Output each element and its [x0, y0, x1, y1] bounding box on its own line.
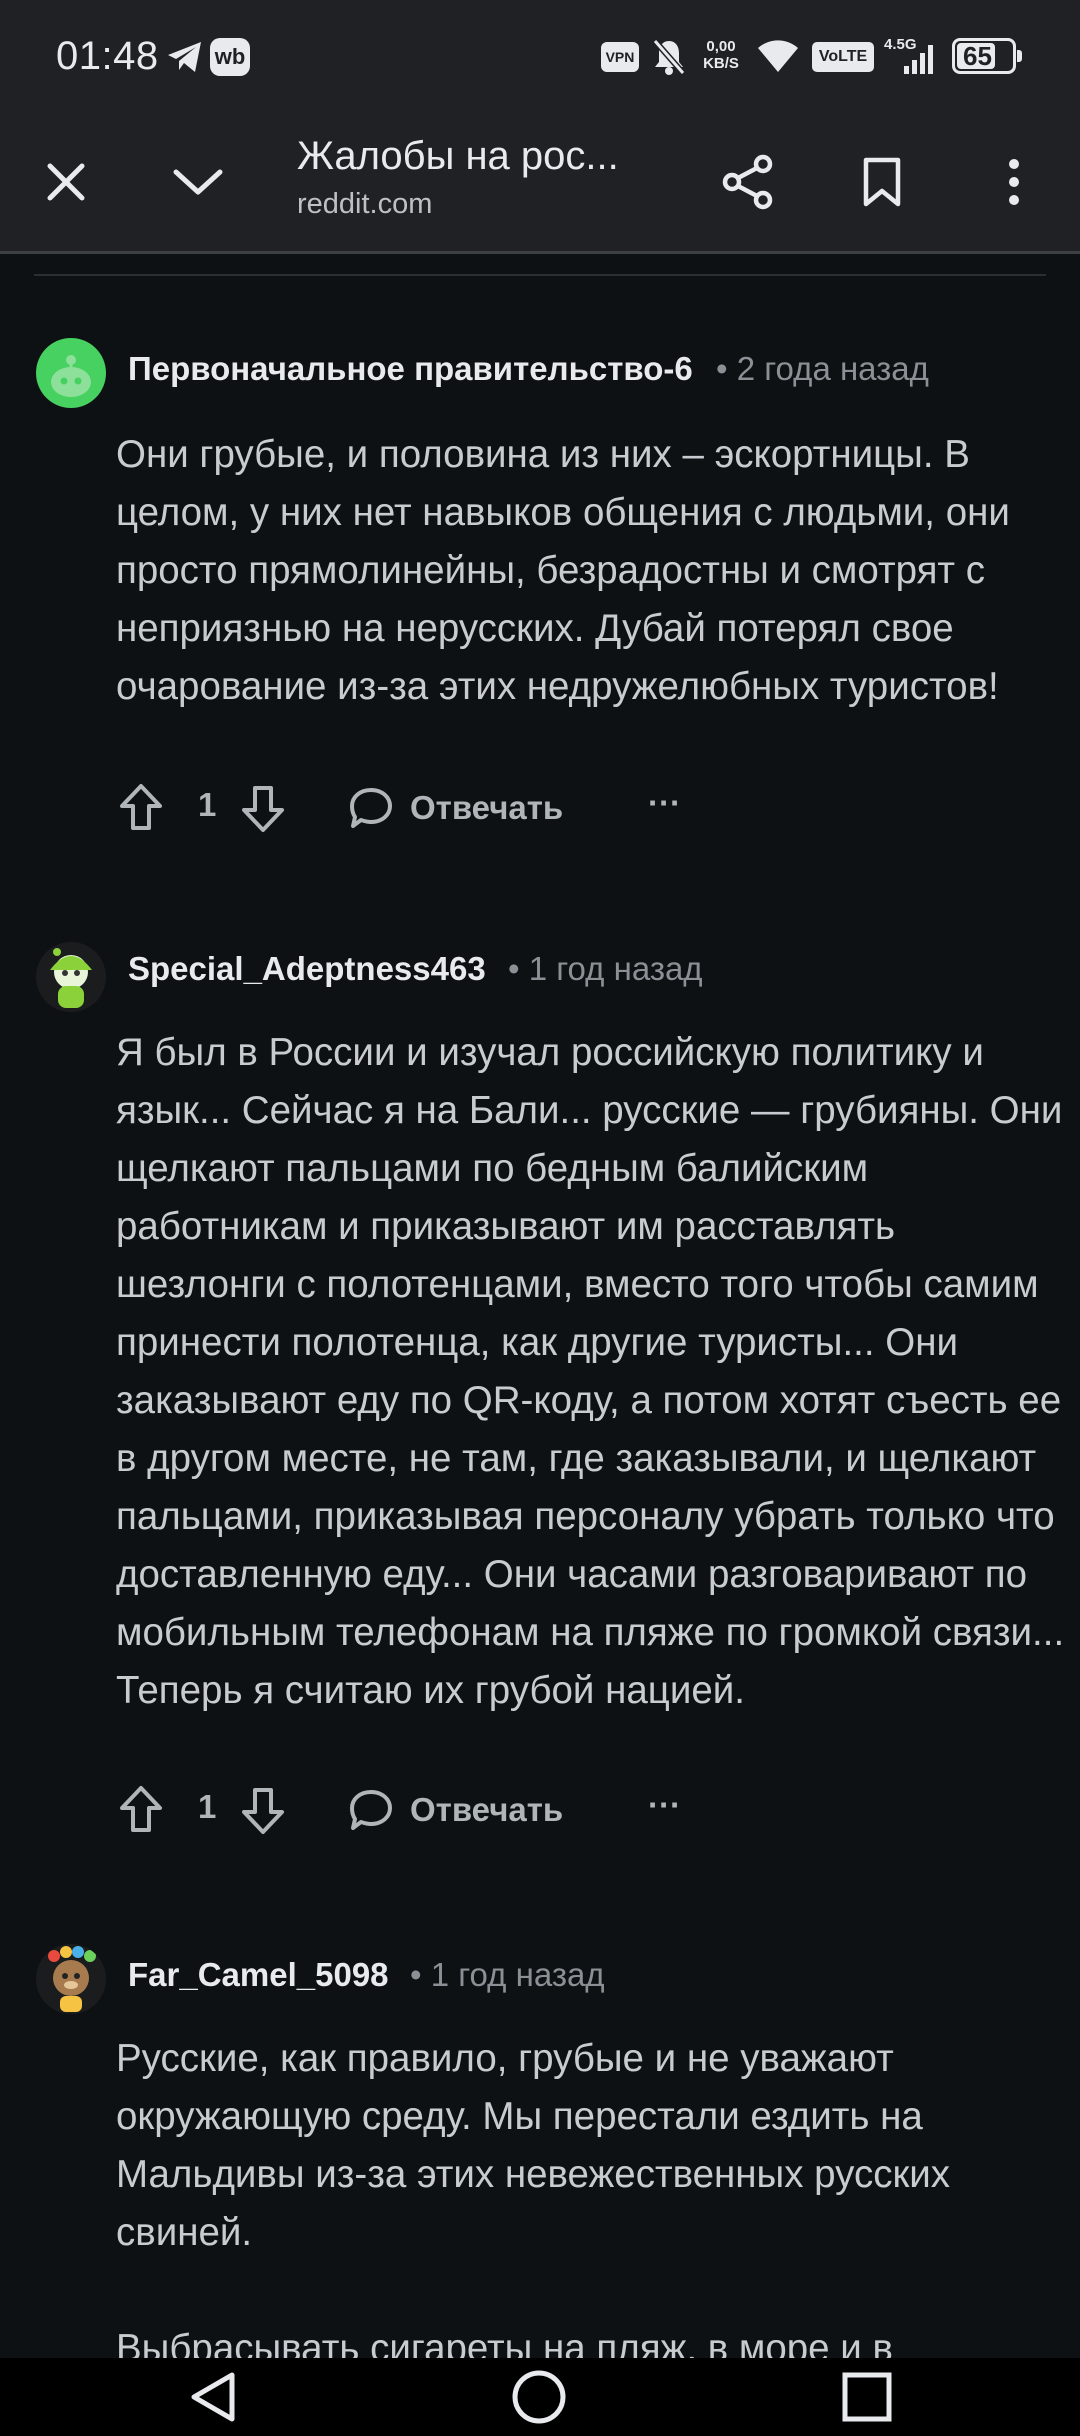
telegram-icon [166, 40, 204, 79]
comment-body: Русские, как правило, грубые и не уважаю… [116, 2030, 1066, 2378]
comment-author[interactable]: Special_Adeptness463 [128, 950, 486, 988]
reply-label: Отвечать [410, 1791, 564, 1828]
reply-button[interactable]: Отвечать [348, 1788, 563, 1832]
share-icon [722, 154, 773, 210]
reply-button[interactable]: Отвечать [348, 786, 563, 830]
battery-icon: 65 [952, 38, 1022, 74]
reply-label: Отвечать [410, 789, 564, 826]
system-navigation-bar [0, 2358, 1080, 2436]
more-vertical-icon [1009, 159, 1019, 205]
minimize-button[interactable] [162, 146, 234, 218]
arrow-up-icon [120, 784, 162, 830]
close-icon [47, 163, 85, 201]
comment-paragraph: Я был в России и изучал российскую полит… [116, 1031, 1065, 1712]
volte-icon: VoLTE [812, 42, 874, 72]
user-avatar-icon [50, 948, 92, 1008]
chevron-down-icon [173, 169, 223, 195]
net-speed-unit: KB/S [703, 55, 739, 72]
home-button[interactable] [506, 2364, 572, 2430]
bookmark-icon [863, 157, 901, 207]
page-title: Жалобы на рос... [297, 134, 619, 178]
avatar[interactable] [36, 942, 106, 1012]
share-button[interactable] [712, 146, 784, 218]
vote-count: 1 [198, 786, 217, 823]
arrow-down-icon [242, 1788, 284, 1834]
avatar[interactable] [36, 338, 106, 408]
square-recents-icon [842, 2372, 892, 2422]
circle-home-icon [512, 2370, 566, 2424]
back-button[interactable] [180, 2364, 246, 2430]
page-url: reddit.com [297, 188, 433, 220]
status-bar: 01:48 wb VPN 0,00 KB/S VoLTE 4.5G 65 [0, 0, 1080, 116]
comment-author[interactable]: Первоначальное правительство-6 [128, 350, 693, 388]
comment-paragraph: Русские, как правило, грубые и не уважаю… [116, 2037, 951, 2254]
snoo-avatar-icon [51, 355, 91, 397]
upvote-button[interactable] [118, 1784, 164, 1834]
net-speed: 0,00 KB/S [696, 38, 746, 72]
comment-author[interactable]: Far_Camel_5098 [128, 1956, 389, 1994]
vpn-icon: VPN [601, 42, 639, 72]
battery-level: 65 [963, 41, 992, 71]
cellular-signal-icon: 4.5G [884, 36, 936, 76]
more-actions-button[interactable]: ··· [648, 1786, 681, 1824]
arrow-up-icon [120, 1786, 162, 1832]
net-speed-value: 0,00 [706, 38, 736, 55]
wildberries-app-icon: wb [210, 38, 250, 76]
comment-timestamp: • 1 год назад [410, 1956, 605, 1993]
triangle-back-icon [191, 2372, 235, 2422]
bookmark-button[interactable] [846, 146, 918, 218]
recents-button[interactable] [834, 2364, 900, 2430]
status-time: 01:48 [56, 34, 159, 78]
close-button[interactable] [30, 146, 102, 218]
custom-tab-toolbar: Жалобы на рос... reddit.com [0, 116, 1080, 254]
comment-bubble-icon [350, 788, 392, 828]
upvote-button[interactable] [118, 782, 164, 832]
comment-body: Они грубые, и половина из них – эскортни… [116, 426, 1066, 716]
comment-body: Я был в России и изучал российскую полит… [116, 1024, 1066, 1720]
comment-paragraph: Они грубые, и половина из них – эскортни… [116, 433, 1010, 708]
user-avatar-icon [48, 1946, 96, 2012]
thread-separator [34, 274, 1046, 276]
wifi-icon [756, 38, 800, 79]
comment-timestamp: • 2 года назад [716, 350, 929, 387]
downvote-button[interactable] [240, 1786, 286, 1836]
downvote-button[interactable] [240, 784, 286, 834]
comment-timestamp: • 1 год назад [508, 950, 703, 987]
notifications-off-icon [652, 38, 686, 81]
more-actions-button[interactable]: ··· [648, 784, 681, 822]
comment-bubble-icon [350, 1790, 392, 1830]
more-options-button[interactable] [978, 146, 1050, 218]
vote-count: 1 [198, 1788, 217, 1825]
arrow-down-icon [242, 786, 284, 832]
avatar[interactable] [36, 1944, 106, 2014]
